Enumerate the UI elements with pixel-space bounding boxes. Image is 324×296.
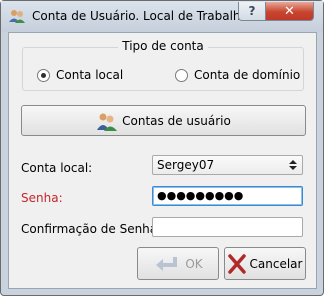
cancel-x-icon xyxy=(227,253,246,274)
close-button[interactable]: ✕ xyxy=(265,2,314,21)
dialog-body: Tipo de conta Conta local Conta de domín… xyxy=(8,32,317,289)
radio-button-checked[interactable] xyxy=(37,68,50,82)
confirm-password-field[interactable] xyxy=(152,217,303,237)
cancel-button[interactable]: Cancelar xyxy=(224,247,306,280)
password-label: Senha: xyxy=(21,191,63,205)
title-bar[interactable]: Conta de Usuário. Local de Trabalho 1 ? … xyxy=(1,1,323,32)
cancel-label: Cancelar xyxy=(249,256,303,271)
enter-arrow-icon xyxy=(156,256,178,271)
dialog-window: Conta de Usuário. Local de Trabalho 1 ? … xyxy=(0,0,324,296)
account-type-title: Tipo de conta xyxy=(118,39,208,53)
account-type-group: Tipo de conta Conta local Conta de domín… xyxy=(22,39,304,91)
local-account-value: Sergey07 xyxy=(157,158,215,172)
radio-domain-account[interactable]: Conta de domínio xyxy=(175,68,300,82)
password-field[interactable]: ●●●●●●●●● xyxy=(152,186,303,206)
radio-local-account[interactable]: Conta local xyxy=(37,68,123,82)
users-icon xyxy=(97,113,118,131)
ok-label: OK xyxy=(185,256,203,271)
confirm-password-label: Confirmação de Senha: xyxy=(21,222,162,236)
user-accounts-label: Contas de usuário xyxy=(122,113,231,128)
help-button[interactable]: ? xyxy=(238,2,266,21)
user-accounts-button[interactable]: Contas de usuário xyxy=(21,105,306,136)
local-account-select[interactable]: Sergey07 xyxy=(152,155,303,175)
radio-local-account-label: Conta local xyxy=(56,68,124,82)
spinner-arrows-icon[interactable] xyxy=(288,158,297,172)
radio-domain-account-label: Conta de domínio xyxy=(194,68,301,82)
user-account-icon xyxy=(9,10,25,23)
radio-button-unchecked[interactable] xyxy=(175,68,188,82)
local-account-label: Conta local: xyxy=(21,161,93,175)
window-title: Conta de Usuário. Local de Trabalho 1 xyxy=(32,9,260,23)
ok-button[interactable]: OK xyxy=(137,247,219,280)
